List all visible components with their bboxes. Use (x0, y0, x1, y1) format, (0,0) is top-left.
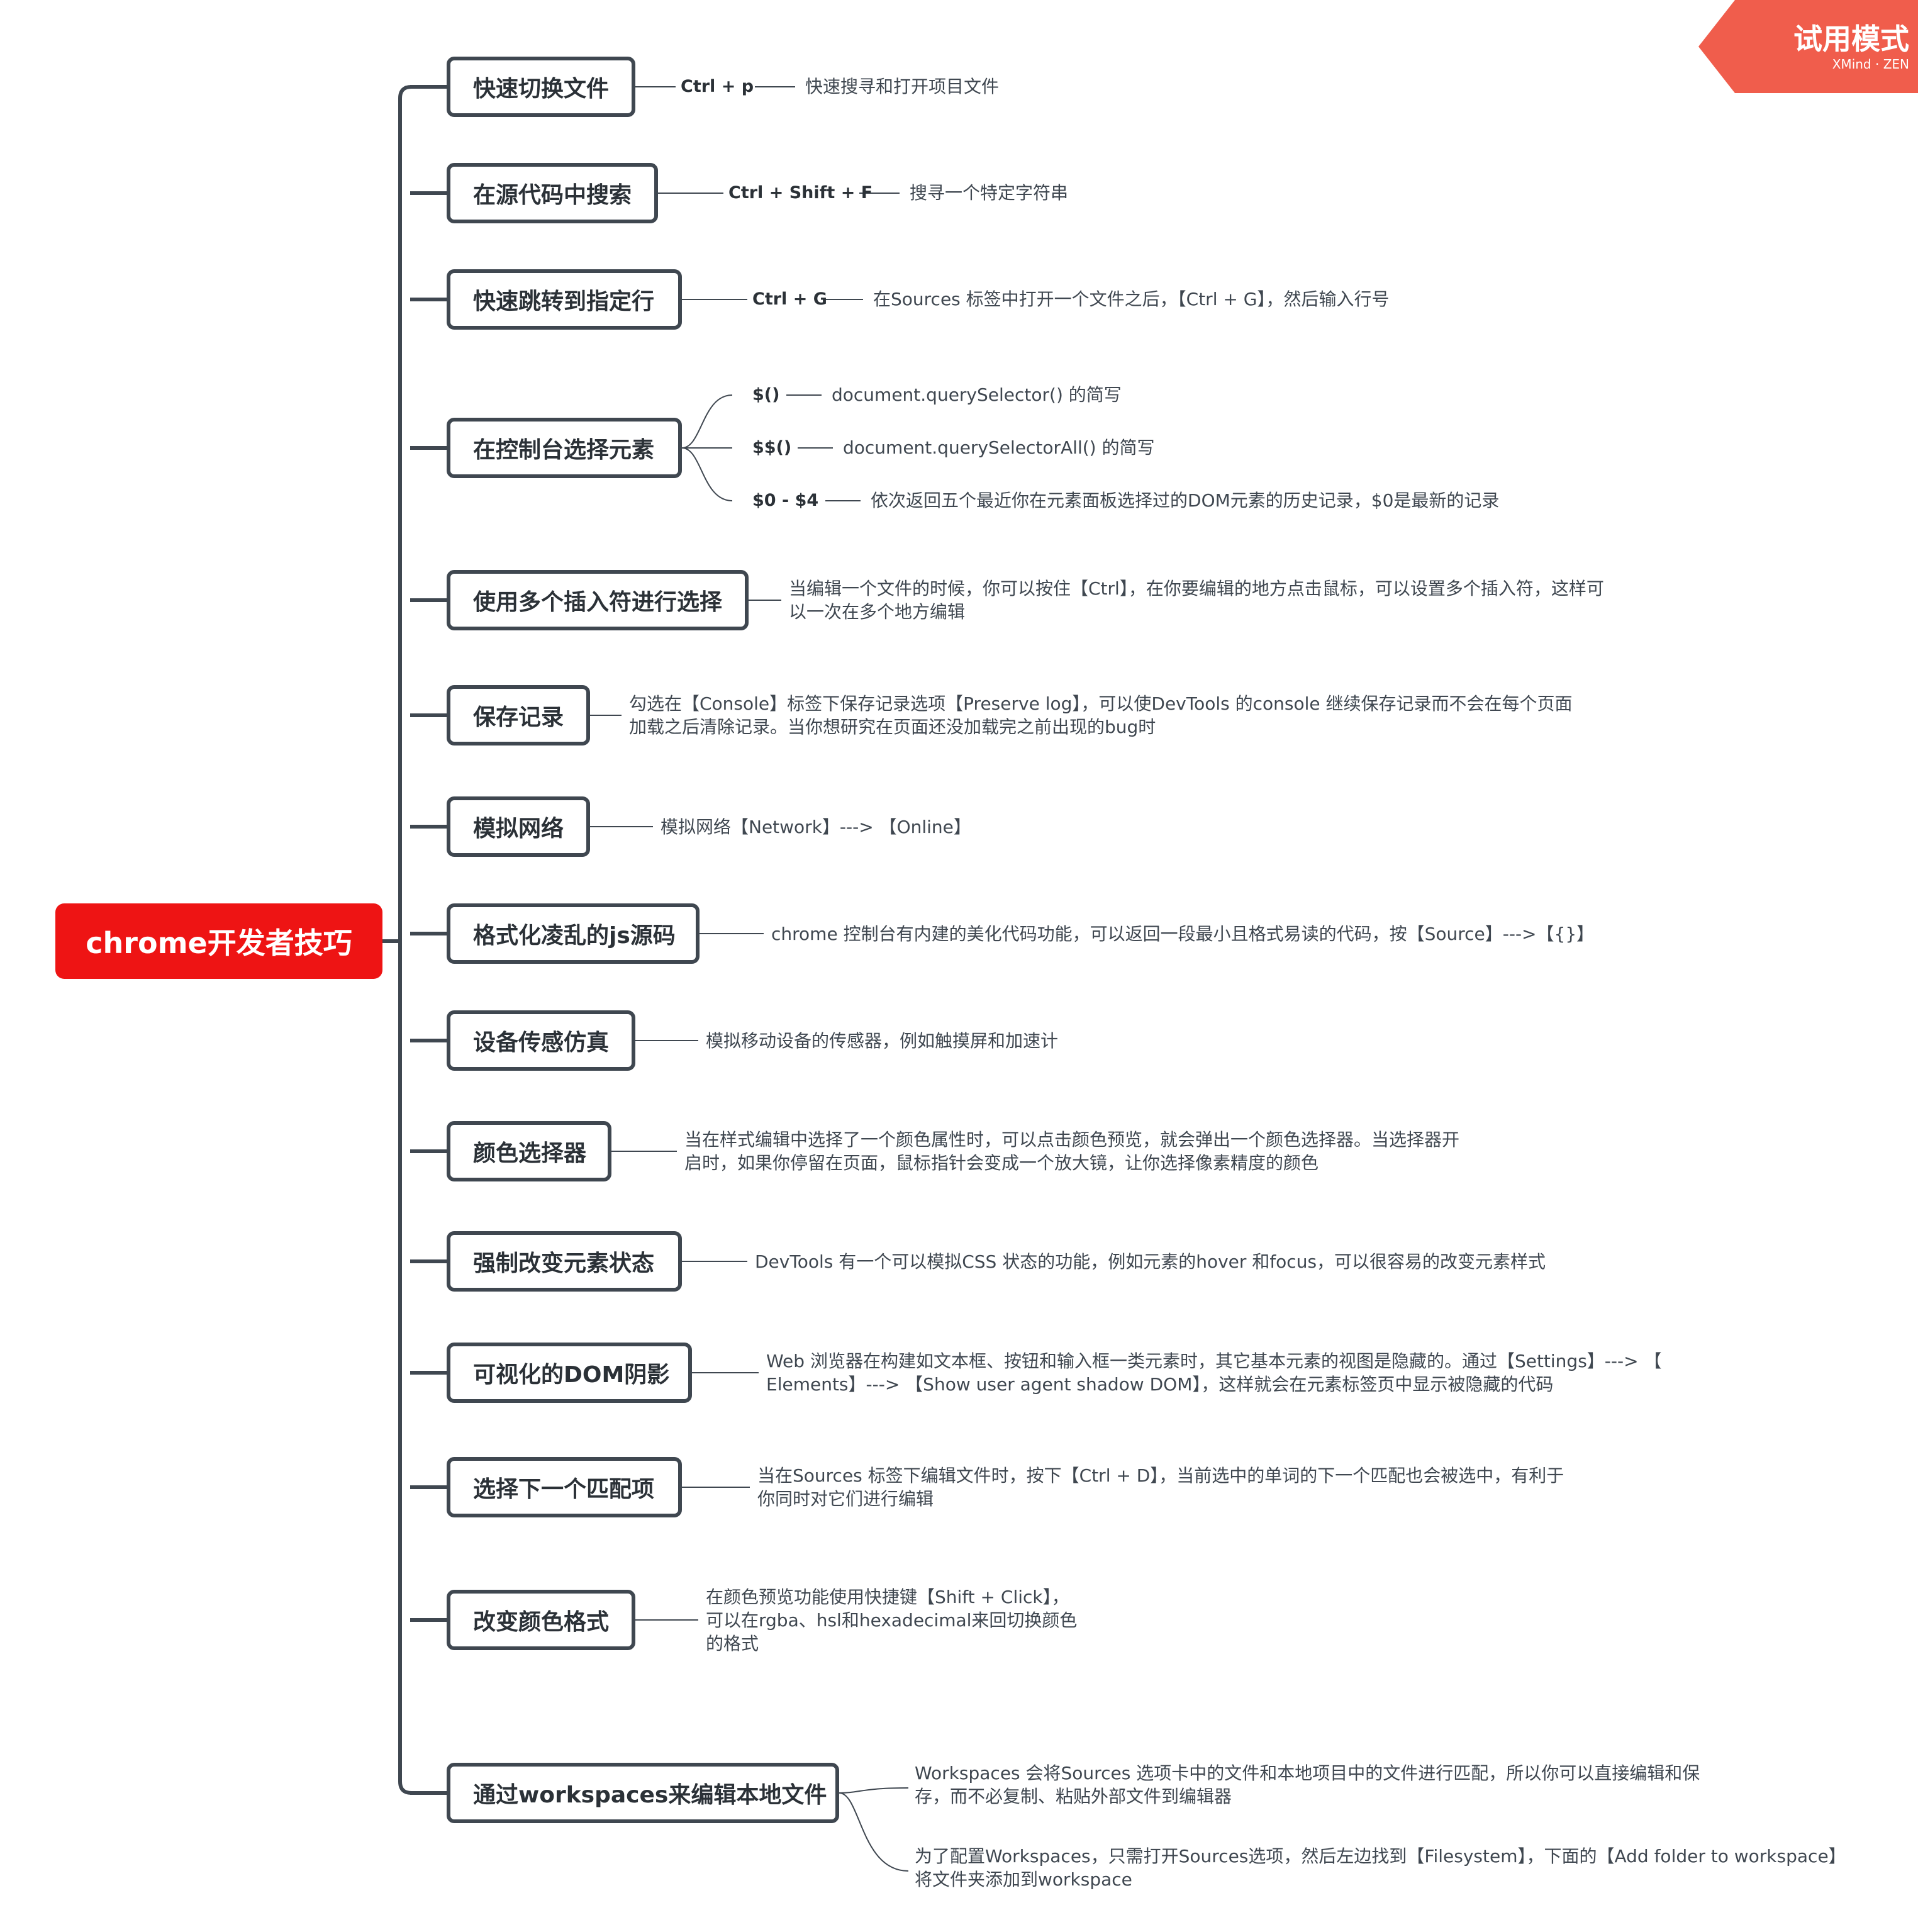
connector-curve (839, 1787, 909, 1794)
xmind-zen-label: XMind · ZEN (1832, 57, 1909, 72)
topic-node[interactable]: 快速跳转到指定行 (447, 269, 682, 330)
topic-node[interactable]: 设备传感仿真 (447, 1010, 635, 1071)
detail-text-line: 加载之后清除记录。当你想研究在页面还没加载完之前出现的bug时 (629, 717, 1156, 737)
topic-node[interactable]: 在控制台选择元素 (447, 418, 682, 478)
topic-node[interactable]: 格式化凌乱的js源码 (447, 903, 700, 964)
detail-text-line: 以一次在多个地方编辑 (789, 601, 966, 622)
topic-node[interactable]: 使用多个插入符进行选择 (447, 570, 749, 630)
topic-node[interactable]: 改变颜色格式 (447, 1590, 635, 1650)
topic-node[interactable]: 快速切换文件 (447, 57, 635, 117)
topic-node[interactable]: 在源代码中搜索 (447, 163, 658, 223)
detail-text-line: Web 浏览器在构建如文本框、按钮和输入框一类元素时，其它基本元素的视图是隐藏的… (766, 1351, 1662, 1371)
detail-text-line: 模拟网络【Network】---> 【Online】 (661, 816, 971, 837)
detail-text-line: 当在样式编辑中选择了一个颜色属性时，可以点击颜色预览，就会弹出一个颜色选择器。当… (684, 1129, 1460, 1150)
detail-text-line: 当编辑一个文件的时候，你可以按住【Ctrl】，在你要编辑的地方点击鼠标，可以设置… (789, 578, 1604, 599)
topic-node[interactable]: 颜色选择器 (447, 1121, 611, 1181)
topic-node[interactable]: 保存记录 (447, 685, 590, 745)
topic-node[interactable]: 可视化的DOM阴影 (447, 1343, 692, 1403)
shortcut-key: Ctrl + G (752, 289, 827, 309)
connector-curve (681, 447, 733, 501)
detail-text-line: 勾选在【Console】标签下保存记录选项【Preserve log】，可以使D… (629, 693, 1573, 714)
selector-shortcut: $() (752, 385, 780, 405)
topic-node[interactable]: 强制改变元素状态 (447, 1231, 682, 1292)
selector-description: document.querySelectorAll() 的简写 (843, 437, 1155, 458)
detail-text-line: chrome 控制台有内建的美化代码功能，可以返回一段最小且格式易读的代码，按【… (771, 923, 1595, 944)
connector-curve (398, 85, 412, 1795)
shortcut-key: Ctrl + p (681, 77, 754, 96)
connector-curve (839, 1792, 909, 1872)
detail-text-line: 的格式 (706, 1633, 759, 1654)
selector-shortcut: $$() (752, 438, 792, 457)
workspace-note-line: 存，而不必复制、粘贴外部文件到编辑器 (915, 1786, 1232, 1807)
trial-mode-label: 试用模式 (1793, 22, 1909, 56)
detail-text-line: 当在Sources 标签下编辑文件时，按下【Ctrl + D】，当前选中的单词的… (757, 1465, 1564, 1486)
topic-node[interactable]: 选择下一个匹配项 (447, 1457, 682, 1517)
shortcut-key: Ctrl + Shift + F (728, 183, 873, 203)
workspace-note-line: 将文件夹添加到workspace (915, 1869, 1132, 1890)
detail-text-line: 可以在rgba、hsl和hexadecimal来回切换颜色 (706, 1609, 1078, 1631)
detail-text-line: 你同时对它们进行编辑 (757, 1488, 934, 1509)
mind-map: 试用模式 XMind · ZEN chrome开发者技巧 快速切换文件 Ctrl … (0, 0, 1918, 1932)
topic-node[interactable]: 通过workspaces来编辑本地文件 (447, 1763, 839, 1823)
connector-curve (681, 394, 733, 449)
workspace-note-line: 为了配置Workspaces，只需打开Sources选项，然后左边找到【File… (915, 1846, 1846, 1867)
workspace-note-line: Workspaces 会将Sources 选项卡中的文件和本地项目中的文件进行匹… (915, 1763, 1700, 1784)
detail-text: 搜寻一个特定字符串 (910, 182, 1069, 203)
topic-node[interactable]: 模拟网络 (447, 796, 590, 857)
selector-description: document.querySelector() 的简写 (832, 384, 1122, 405)
detail-text-line: 在颜色预览功能使用快捷键【Shift + Click】， (706, 1586, 1069, 1607)
root-topic[interactable]: chrome开发者技巧 (55, 903, 382, 979)
detail-text: 快速搜寻和打开项目文件 (805, 76, 1000, 97)
detail-text-line: 启时，如果你停留在页面，鼠标指针会变成一个放大镜，让你选择像素精度的颜色 (684, 1153, 1319, 1173)
selector-description: 依次返回五个最近你在元素面板选择过的DOM元素的历史记录，$0是最新的记录 (871, 490, 1500, 511)
detail-text-line: DevTools 有一个可以模拟CSS 状态的功能，例如元素的hover 和fo… (755, 1251, 1546, 1272)
selector-shortcut: $0 - $4 (752, 491, 819, 510)
detail-text: 在Sources 标签中打开一个文件之后，【Ctrl + G】，然后输入行号 (873, 289, 1390, 310)
detail-text-line: Elements】---> 【Show user agent shadow DO… (766, 1374, 1554, 1395)
detail-text-line: 模拟移动设备的传感器，例如触摸屏和加速计 (706, 1030, 1059, 1051)
